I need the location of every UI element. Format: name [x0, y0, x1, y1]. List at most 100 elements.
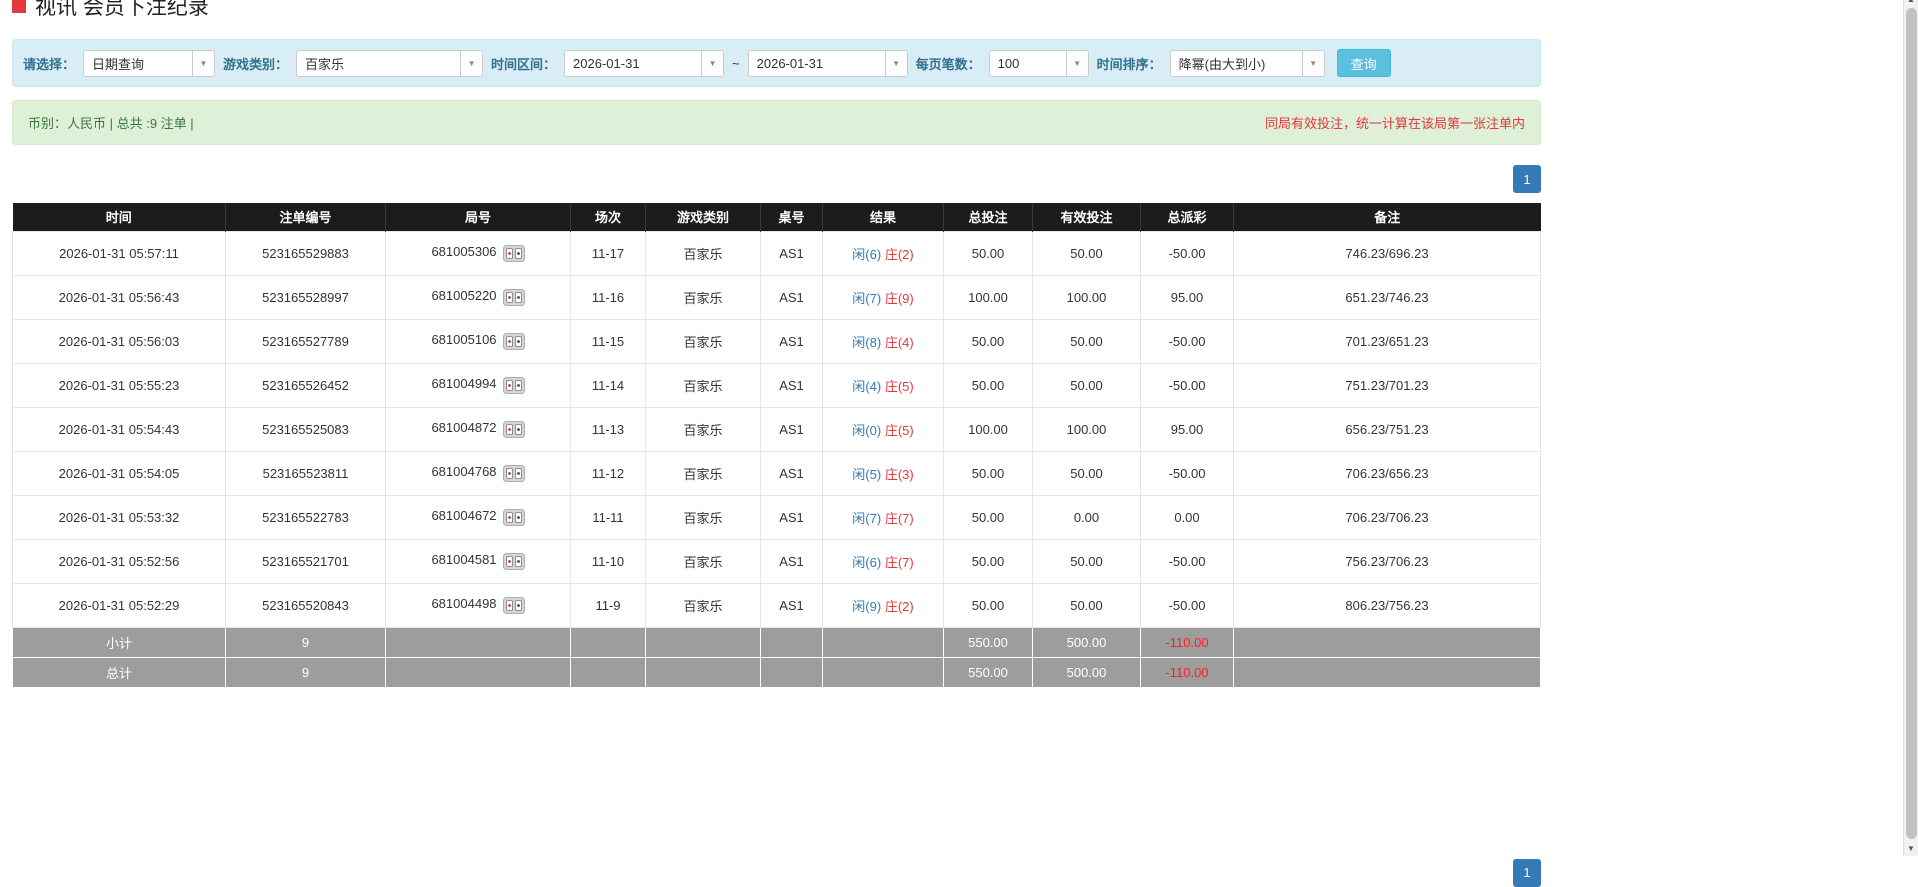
total-bet-cell[interactable]: 100.00: [943, 274, 1033, 320]
game-category-label: 游戏类别：: [223, 56, 289, 72]
date-to-input[interactable]: 2026-01-31 ▼: [747, 49, 908, 77]
round-number: 681004994: [431, 376, 497, 392]
scroll-down-arrow[interactable]: ▼: [1904, 840, 1918, 856]
session-cell: 11-14: [570, 362, 646, 408]
game-category-dropdown[interactable]: 百家乐 ▼: [296, 49, 484, 77]
page-size-label: 每页笔数：: [915, 56, 981, 72]
search-button[interactable]: 查询: [1336, 49, 1391, 77]
chevron-down-icon[interactable]: ▼: [701, 50, 724, 76]
summary-bar: 币别：人民币 | 总共 :9 注单 | 同局有效投注，统一计算在该局第一张注单内: [12, 100, 1541, 145]
valid-bet-cell: 50.00: [1032, 450, 1141, 496]
payout-cell: -50.00: [1140, 362, 1234, 408]
time-range-label: 时间区间：: [491, 56, 557, 72]
range-separator: ~: [732, 55, 740, 71]
banker-result: 庄(7): [884, 510, 914, 526]
scrollbar-thumb[interactable]: [1905, 8, 1917, 839]
round-cell: 681004872: [385, 406, 571, 452]
footer-valid-bet-cell: 500.00: [1032, 626, 1141, 658]
remark-cell: 706.23/706.23: [1233, 494, 1541, 540]
page-size-dropdown[interactable]: 100 ▼: [988, 49, 1089, 77]
chevron-down-icon[interactable]: ▼: [1301, 50, 1324, 76]
table-row: 2026-01-31 05:55:23 523165526452 681004994…: [12, 362, 1541, 408]
time-cell: 2026-01-31 05:55:23: [12, 362, 226, 408]
table-row: 2026-01-31 05:56:43 523165528997 681005220…: [12, 274, 1541, 320]
select-type-label: 请选择：: [23, 56, 76, 72]
total-bet-cell[interactable]: 50.00: [943, 494, 1033, 540]
total-bet-cell[interactable]: 50.00: [943, 538, 1033, 584]
total-bet-cell[interactable]: 50.00: [943, 230, 1033, 276]
total-bet-cell[interactable]: 50.00: [943, 582, 1033, 628]
time-cell: 2026-01-31 05:53:32: [12, 494, 226, 540]
column-header-10: 备注: [1233, 203, 1541, 231]
bet-id-cell: 523165529883: [225, 230, 386, 276]
total-bet-cell[interactable]: 50.00: [943, 318, 1033, 364]
session-cell: 11-13: [570, 406, 646, 452]
chevron-down-icon[interactable]: ▼: [1065, 50, 1088, 76]
player-result: 闲(8): [852, 334, 882, 350]
chevron-down-icon[interactable]: ▼: [192, 50, 215, 76]
column-header-6: 结果: [822, 203, 944, 231]
footer-empty-cell: [1233, 656, 1541, 688]
round-cell: 681005220: [385, 274, 571, 320]
table-no-cell: AS1: [760, 538, 823, 584]
game-category-value: 百家乐: [305, 56, 345, 72]
remark-cell: 756.23/706.23: [1233, 538, 1541, 584]
view-cards-icon[interactable]: [502, 464, 525, 482]
footer-count-cell: 9: [225, 626, 386, 658]
table-no-cell: AS1: [760, 582, 823, 628]
session-cell: 11-16: [570, 274, 646, 320]
banker-result: 庄(9): [884, 290, 914, 306]
column-header-5: 桌号: [760, 203, 823, 231]
banker-result: 庄(2): [884, 598, 914, 614]
view-cards-icon[interactable]: [502, 596, 525, 614]
total-bet-cell[interactable]: 50.00: [943, 450, 1033, 496]
payout-cell: -50.00: [1140, 450, 1234, 496]
total-bet-cell[interactable]: 100.00: [943, 406, 1033, 452]
player-result: 闲(7): [852, 510, 882, 526]
view-cards-icon[interactable]: [502, 332, 525, 350]
bet-id-cell: 523165528997: [225, 274, 386, 320]
page-1-button[interactable]: 1: [1513, 165, 1541, 193]
table-no-cell: AS1: [760, 494, 823, 540]
view-cards-icon[interactable]: [502, 552, 525, 570]
footer-empty-cell: [385, 656, 571, 688]
footer-empty-cell: [760, 626, 823, 658]
game-cell: 百家乐: [645, 318, 761, 364]
result-cell: 闲(6) 庄(7): [822, 538, 944, 584]
page-1-button-bottom[interactable]: 1: [1513, 858, 1541, 887]
scroll-up-arrow[interactable]: ▲: [1904, 0, 1918, 7]
query-type-dropdown[interactable]: 日期查询 ▼: [83, 49, 216, 77]
column-header-0: 时间: [12, 203, 226, 231]
chevron-down-icon[interactable]: ▼: [884, 50, 907, 76]
pagination-bottom: 1: [12, 858, 1541, 887]
game-cell: 百家乐: [645, 494, 761, 540]
view-cards-icon[interactable]: [502, 420, 525, 438]
valid-bet-cell: 50.00: [1032, 582, 1141, 628]
player-result: 闲(6): [852, 554, 882, 570]
round-cell: 681004768: [385, 450, 571, 496]
footer-empty-cell: [570, 626, 646, 658]
table-no-cell: AS1: [760, 230, 823, 276]
date-from-input[interactable]: 2026-01-31 ▼: [564, 49, 725, 77]
view-cards-icon[interactable]: [502, 376, 525, 394]
view-cards-icon[interactable]: [502, 244, 525, 262]
view-cards-icon[interactable]: [502, 288, 525, 306]
session-cell: 11-9: [570, 582, 646, 628]
column-header-7: 总投注: [943, 203, 1033, 231]
result-cell: 闲(8) 庄(4): [822, 318, 944, 364]
footer-empty-cell: [570, 656, 646, 688]
chevron-down-icon[interactable]: ▼: [460, 50, 483, 76]
round-number: 681004768: [431, 464, 497, 480]
vertical-scrollbar[interactable]: ▲ ▼: [1903, 0, 1918, 856]
pagination-top: 1: [12, 165, 1541, 193]
total-bet-cell[interactable]: 50.00: [943, 362, 1033, 408]
banker-result: 庄(3): [884, 466, 914, 482]
valid-bet-cell: 50.00: [1032, 318, 1141, 364]
time-sort-dropdown[interactable]: 降幂(由大到小) ▼: [1169, 49, 1325, 77]
footer-payout-cell: -110.00: [1140, 656, 1234, 688]
column-header-1: 注单编号: [225, 203, 386, 231]
valid-bet-cell: 100.00: [1032, 274, 1141, 320]
player-result: 闲(0): [852, 422, 882, 438]
bet-id-cell: 523165523811: [225, 450, 386, 496]
view-cards-icon[interactable]: [502, 508, 525, 526]
